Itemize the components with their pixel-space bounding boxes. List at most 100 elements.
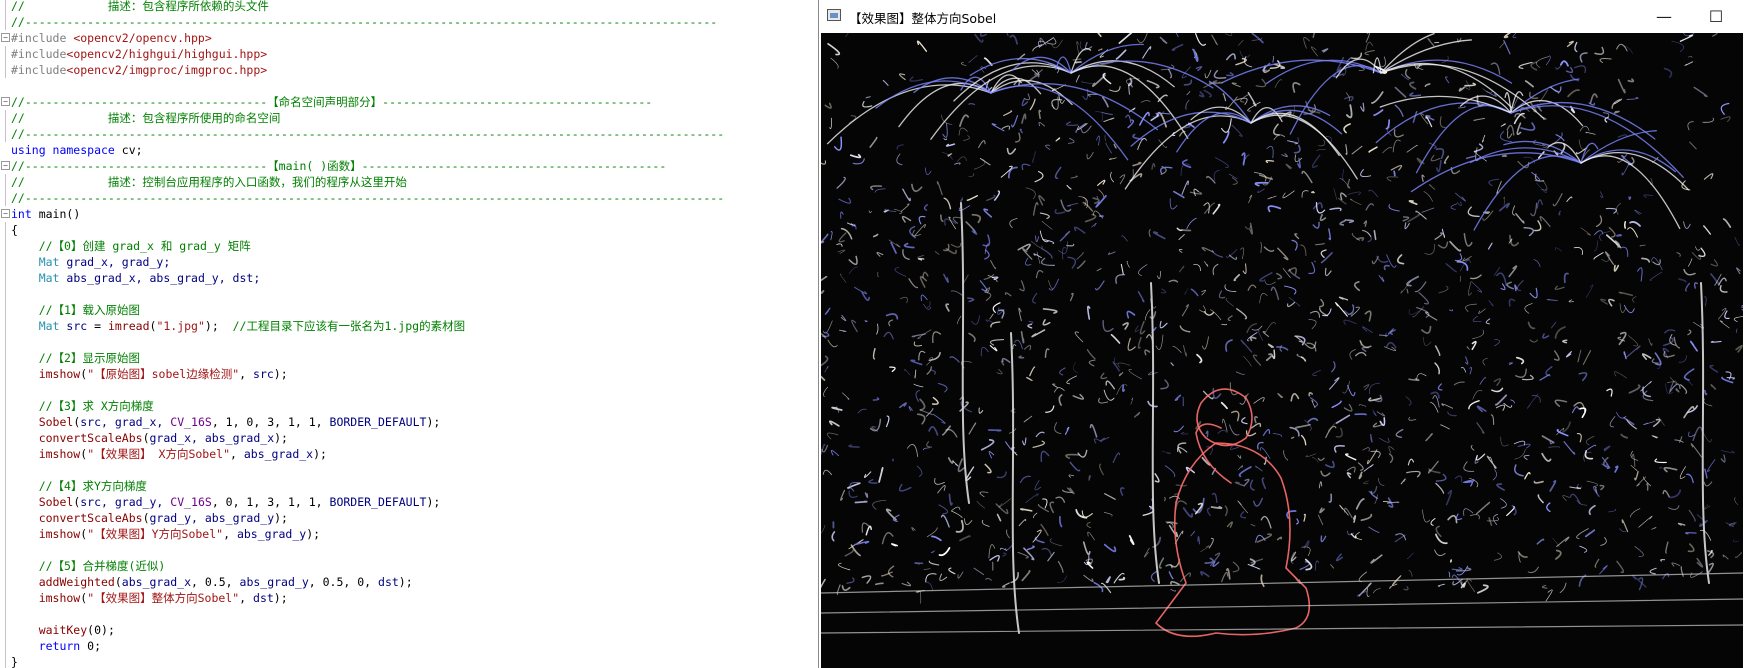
edge-stroke [1210, 505, 1223, 510]
code-line[interactable]: #include<opencv2/imgproc/imgproc.hpp> [0, 62, 818, 78]
code-line[interactable]: −//-----------------------------------【命… [0, 94, 818, 110]
code-line[interactable]: imshow("【原始图】sobel边缘检测", src); [0, 366, 818, 382]
code-line[interactable]: imshow("【效果图】整体方向Sobel", dst); [0, 590, 818, 606]
code-line[interactable]: − int main() [0, 206, 818, 222]
collapse-toggle-icon[interactable]: − [1, 97, 10, 106]
code-line[interactable]: //【5】合并梯度(近似) [0, 558, 818, 574]
code-line[interactable] [0, 78, 818, 94]
code-text: //--------------------------------------… [11, 190, 724, 206]
edge-stroke [1623, 221, 1627, 229]
code-line[interactable]: Mat grad_x, grad_y; [0, 254, 818, 270]
window-titlebar[interactable]: 【效果图】整体方向Sobel — ☐ [819, 0, 1744, 33]
collapse-toggle-icon[interactable]: − [1, 209, 10, 218]
code-line[interactable]: −//-----------------------------------【m… [0, 158, 818, 174]
code-line[interactable]: Mat abs_grad_x, abs_grad_y, dst; [0, 270, 818, 286]
code-line[interactable]: waitKey(0); [0, 622, 818, 638]
code-token: (0); [87, 623, 115, 637]
code-token: // 描述：控制台应用程序的入口函数，我们的程序从这里开始 [11, 175, 407, 189]
code-line[interactable]: convertScaleAbs(grad_y, abs_grad_y); [0, 510, 818, 526]
code-token: ); [398, 575, 413, 589]
outline-guide [5, 270, 6, 286]
code-token: Mat [11, 319, 67, 333]
outline-guide [5, 382, 6, 398]
code-token: //-----------------------------------【ma… [11, 159, 667, 173]
code-line[interactable]: imshow("【效果图】 X方向Sobel", abs_grad_x); [0, 446, 818, 462]
code-text: imshow("【原始图】sobel边缘检测", src); [11, 366, 288, 382]
outline-guide [5, 110, 6, 126]
code-line[interactable]: //【3】求 X方向梯度 [0, 398, 818, 414]
edge-stroke [1393, 170, 1396, 177]
code-line[interactable] [0, 382, 818, 398]
code-token: #include [11, 47, 67, 61]
code-token: imshow [11, 527, 81, 541]
code-line[interactable]: //【2】显示原始图 [0, 350, 818, 366]
code-line[interactable]: using namespace cv; [0, 142, 818, 158]
collapse-toggle-icon[interactable]: − [1, 33, 10, 42]
outline-guide [5, 462, 6, 478]
code-token: , 0.5, [191, 575, 240, 589]
code-line[interactable]: imshow("【效果图】Y方向Sobel", abs_grad_y); [0, 526, 818, 542]
code-token: "【效果图】整体方向Sobel" [87, 591, 240, 605]
code-line[interactable]: Sobel(src, grad_y, CV_16S, 0, 1, 3, 1, 1… [0, 494, 818, 510]
code-line[interactable]: Sobel(src, grad_x, CV_16S, 1, 0, 3, 1, 1… [0, 414, 818, 430]
code-line[interactable] [0, 286, 818, 302]
outline-guide [5, 190, 6, 206]
collapse-toggle-icon[interactable]: − [1, 161, 10, 170]
outline-guide [5, 606, 6, 622]
code-line[interactable]: − #include <opencv2/opencv.hpp> [0, 30, 818, 46]
outline-guide [5, 478, 6, 494]
code-token: //【1】载入原始图 [11, 303, 140, 317]
code-line[interactable] [0, 542, 818, 558]
code-text: Mat abs_grad_x, abs_grad_y, dst; [11, 270, 261, 286]
code-text: // 描述：包含程序所依赖的头文件 [11, 0, 269, 14]
code-line[interactable]: } [0, 654, 818, 668]
code-token: , [223, 527, 237, 541]
code-token: imread [107, 319, 150, 333]
code-token: "【效果图】Y方向Sobel" [87, 527, 224, 541]
code-line[interactable]: #include<opencv2/highgui/highgui.hpp> [0, 46, 818, 62]
code-token: convertScaleAbs [11, 431, 143, 445]
window-title: 【效果图】整体方向Sobel [849, 11, 997, 26]
outline-guide [5, 590, 6, 606]
code-text: //【3】求 X方向梯度 [11, 398, 154, 414]
code-line[interactable]: Mat src = imread("1.jpg"); //工程目录下应该有一张名… [0, 318, 818, 334]
code-line[interactable]: //--------------------------------------… [0, 14, 818, 30]
outline-guide [5, 222, 6, 238]
outline-guide [5, 334, 6, 350]
code-token: src [66, 319, 88, 333]
code-line[interactable]: addWeighted(abs_grad_x, 0.5, abs_grad_y,… [0, 574, 818, 590]
code-line[interactable] [0, 334, 818, 350]
code-text: //--------------------------------------… [11, 126, 724, 142]
code-line[interactable]: //--------------------------------------… [0, 190, 818, 206]
edge-stroke [1628, 196, 1632, 201]
code-line[interactable]: //--------------------------------------… [0, 126, 818, 142]
code-text: //【5】合并梯度(近似) [11, 558, 166, 574]
code-token: addWeighted [11, 575, 115, 589]
outline-guide [5, 318, 6, 334]
code-token: abs_grad_x, abs_grad_y, dst; [66, 271, 261, 285]
code-token: //-----------------------------------【命名… [11, 95, 653, 109]
code-text: int main() [11, 206, 80, 222]
code-line[interactable]: // 描述：包含程序所使用的命名空间 [0, 110, 818, 126]
minimize-button[interactable]: — [1641, 0, 1687, 33]
code-token: <opencv2/highgui/highgui.hpp> [66, 47, 268, 61]
maximize-button[interactable]: ☐ [1693, 0, 1739, 33]
code-line[interactable]: // 描述：包含程序所依赖的头文件 [0, 0, 818, 14]
code-token: #include [11, 31, 74, 45]
code-text: return 0; [11, 638, 101, 654]
code-line[interactable]: // 描述：控制台应用程序的入口函数，我们的程序从这里开始 [0, 174, 818, 190]
code-text: Sobel(src, grad_x, CV_16S, 1, 0, 3, 1, 1… [11, 414, 441, 430]
code-text: imshow("【效果图】 X方向Sobel", abs_grad_x); [11, 446, 327, 462]
code-line[interactable]: return 0; [0, 638, 818, 654]
code-line[interactable]: //【0】创建 grad_x 和 grad_y 矩阵 [0, 238, 818, 254]
code-line[interactable]: //【1】载入原始图 [0, 302, 818, 318]
code-line[interactable] [0, 462, 818, 478]
code-line[interactable]: { [0, 222, 818, 238]
code-line[interactable]: //【4】求Y方向梯度 [0, 478, 818, 494]
image-window[interactable]: 【效果图】整体方向Sobel — ☐ [818, 0, 1744, 668]
code-line[interactable]: convertScaleAbs(grad_x, abs_grad_x); [0, 430, 818, 446]
code-line[interactable] [0, 606, 818, 622]
code-token: src [253, 367, 274, 381]
code-editor[interactable]: // 描述：包含程序所依赖的头文件 //---------------------… [0, 0, 818, 668]
code-text: // 描述：控制台应用程序的入口函数，我们的程序从这里开始 [11, 174, 407, 190]
